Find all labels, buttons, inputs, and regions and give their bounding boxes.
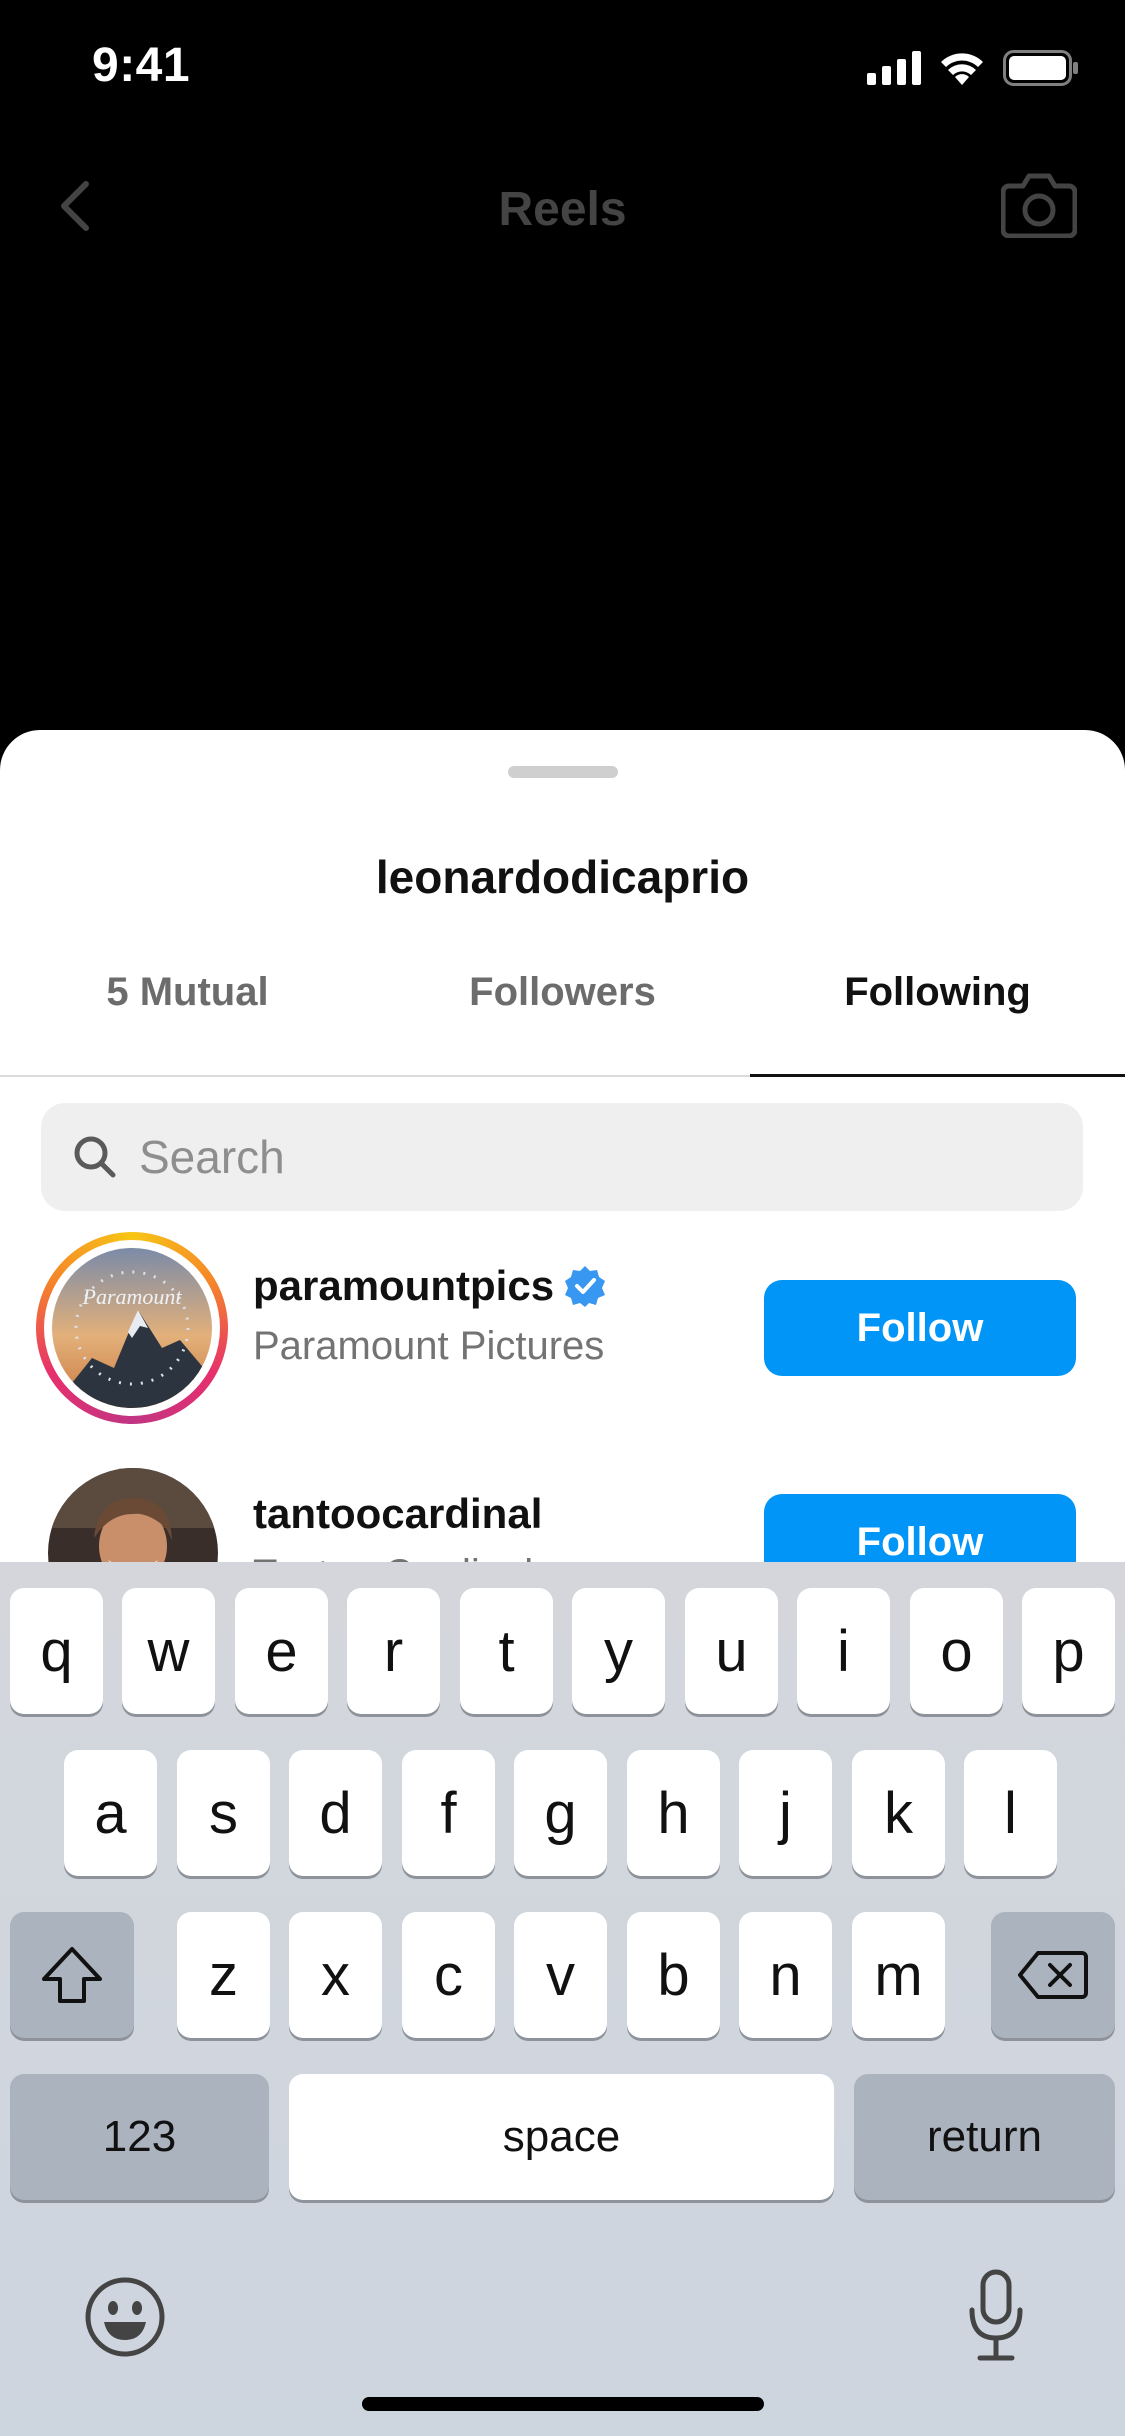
tab-followers[interactable]: Followers [375,965,750,1075]
search-icon [74,1136,116,1178]
key-t[interactable]: t [460,1588,553,1714]
status-icons [867,48,1079,88]
key-r[interactable]: r [347,1588,440,1714]
key-q[interactable]: q [10,1588,103,1714]
key-g[interactable]: g [514,1750,607,1876]
home-indicator[interactable] [362,2397,764,2411]
return-key[interactable]: return [854,2074,1115,2200]
account-username[interactable]: tantoocardinal [253,1490,542,1538]
key-f[interactable]: f [402,1750,495,1876]
key-x[interactable]: x [289,1912,382,2038]
avatar: Paramount [52,1248,212,1408]
key-h[interactable]: h [627,1750,720,1876]
svg-text:Paramount: Paramount [82,1284,183,1309]
key-m[interactable]: m [852,1912,945,2038]
key-w[interactable]: w [122,1588,215,1714]
status-time: 9:41 [92,39,191,92]
key-a[interactable]: a [64,1750,157,1876]
key-o[interactable]: o [910,1588,1003,1714]
account-username[interactable]: paramountpics [253,1262,554,1310]
search-input[interactable] [137,1121,1041,1193]
key-v[interactable]: v [514,1912,607,2038]
sheet-grabber[interactable] [508,766,618,778]
account-full-name: Paramount Pictures [253,1324,605,1368]
active-tab-underline [750,1074,1125,1077]
key-y[interactable]: y [572,1588,665,1714]
key-z[interactable]: z [177,1912,270,2038]
key-s[interactable]: s [177,1750,270,1876]
numbers-key[interactable]: 123 [10,2074,269,2200]
tab-mutual[interactable]: 5 Mutual [0,965,375,1075]
tab-bar: 5 Mutual Followers Following [0,965,1125,1077]
list-item[interactable]: Paramount paramountpics Paramount Pictur… [0,1232,1125,1432]
key-k[interactable]: k [852,1750,945,1876]
key-i[interactable]: i [797,1588,890,1714]
key-j[interactable]: j [739,1750,832,1876]
camera-icon[interactable] [1001,168,1077,238]
verified-badge-icon [565,1266,606,1307]
key-n[interactable]: n [739,1912,832,2038]
space-key[interactable]: space [289,2074,834,2200]
story-ring[interactable]: Paramount [36,1232,228,1424]
emoji-icon[interactable] [84,2276,166,2358]
shift-key[interactable] [10,1912,134,2038]
paramount-logo-image: Paramount [52,1248,212,1408]
key-c[interactable]: c [402,1912,495,2038]
tab-following-label: Following [844,970,1031,1014]
key-b[interactable]: b [627,1912,720,2038]
delete-key[interactable] [991,1912,1115,2038]
shift-icon [42,1947,102,2003]
tab-following[interactable]: Following [750,965,1125,1077]
search-bar[interactable] [41,1103,1083,1211]
key-d[interactable]: d [289,1750,382,1876]
delete-backspace-icon [1018,1951,1088,1999]
microphone-icon[interactable] [966,2268,1026,2364]
page-title: Reels [498,183,627,236]
key-l[interactable]: l [964,1750,1057,1876]
sheet-username: leonardodicaprio [375,851,750,903]
battery-icon [1003,50,1078,86]
status-bar: 9:41 [0,0,1125,140]
keyboard: q w e r t y u i o p a s d f g h j k l z … [0,1562,1125,2436]
wifi-icon [941,53,983,85]
cellular-signal-icon [867,51,921,85]
key-u[interactable]: u [685,1588,778,1714]
key-p[interactable]: p [1022,1588,1115,1714]
key-e[interactable]: e [235,1588,328,1714]
follow-button[interactable]: Follow [764,1280,1076,1376]
reels-header: Reels [0,140,1125,270]
